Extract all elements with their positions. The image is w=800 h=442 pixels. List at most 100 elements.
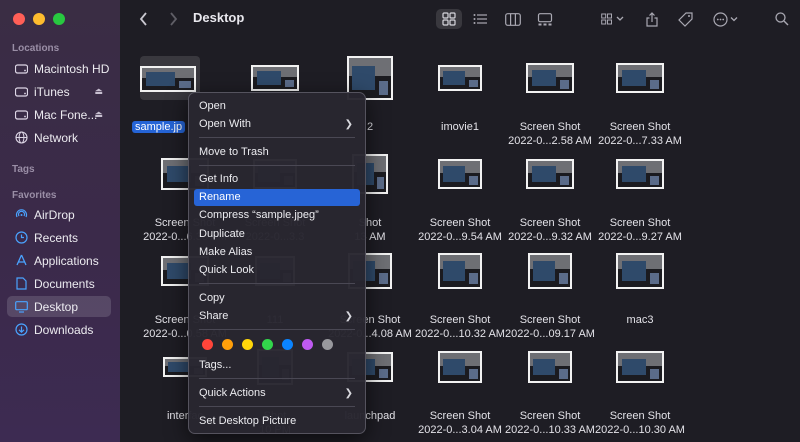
share-button[interactable] [642, 9, 662, 29]
search-button[interactable] [772, 9, 792, 29]
sidebar-item-airdrop[interactable]: AirDrop [7, 204, 111, 225]
menu-item-open[interactable]: Open [194, 98, 360, 115]
menu-item-open-with[interactable]: Open With ❯ [194, 116, 360, 133]
file-name: Screen Shot [429, 217, 491, 229]
file-item[interactable]: Screen Shot 2022-0...10.30 AM [595, 327, 685, 436]
tag-color-dot[interactable] [222, 339, 233, 350]
file-item[interactable]: Screen Shot 2022-0...2.58 AM [505, 38, 595, 147]
tag-color-dot[interactable] [202, 339, 213, 350]
file-thumbnail [140, 66, 196, 92]
file-thumbnail [438, 65, 482, 91]
chevron-right-icon: ❯ [344, 119, 353, 130]
applications-icon [15, 254, 28, 267]
file-date: 2022-0...10.30 AM [595, 424, 685, 436]
sidebar-item-itunes[interactable]: iTunes ⏏ [7, 81, 111, 102]
chevron-right-icon: ❯ [344, 311, 353, 322]
file-item[interactable]: Screen Shot 2022-0...10.32 AM [415, 231, 505, 340]
file-date: 2022-0...10.33 AM [505, 424, 595, 436]
gallery-icon [537, 12, 553, 25]
forward-button[interactable] [166, 9, 180, 29]
file-item[interactable]: Screen Shot 2022-0...9.32 AM [505, 134, 595, 243]
sidebar-item-documents[interactable]: Documents [7, 273, 111, 294]
file-item[interactable]: Screen Shot 2022-0...10.33 AM [505, 327, 595, 436]
menu-separator [199, 406, 355, 407]
eject-icon[interactable]: ⏏ [94, 86, 103, 97]
file-thumbnail [616, 159, 664, 189]
file-name: imovie1 [441, 121, 479, 133]
file-item[interactable]: Screen Shot 2022-0...9.54 AM [415, 134, 505, 243]
sidebar-item-label: AirDrop [34, 207, 75, 222]
file-item[interactable]: Screen Shot 2022-0...9.27 AM [595, 134, 685, 243]
sidebar-item-label: Documents [34, 276, 95, 291]
download-icon [15, 323, 28, 336]
sidebar-item-label: Network [34, 130, 79, 145]
file-item[interactable]: Screen Shot 2022-0...3.04 AM [415, 327, 505, 436]
file-thumbnail [616, 63, 664, 93]
file-item[interactable]: Screen Shot 2022-0...7.33 AM [595, 38, 685, 147]
menu-item-set-desktop-picture[interactable]: Set Desktop Picture [194, 413, 360, 430]
minimize-button[interactable] [33, 13, 45, 25]
chevron-left-icon [139, 12, 147, 26]
tag-color-dot[interactable] [262, 339, 273, 350]
menu-item-compress[interactable]: Compress “sample.jpeg” [194, 207, 360, 224]
sidebar-item-label: Recents [34, 230, 79, 245]
columns-icon [505, 12, 521, 26]
clock-icon [15, 231, 28, 244]
sidebar-item-desktop[interactable]: Desktop [7, 296, 111, 317]
list-icon [473, 14, 487, 24]
tag-color-dot[interactable] [302, 339, 313, 350]
menu-item-tags[interactable]: Tags... [194, 357, 360, 374]
file-date: 2022-0...3.04 AM [418, 424, 502, 436]
menu-separator [199, 165, 355, 166]
close-button[interactable] [13, 13, 25, 25]
tag-color-dot[interactable] [322, 339, 333, 350]
drive-icon [15, 85, 28, 98]
file-item[interactable]: Screen Shot 2022-0...09.17 AM [505, 231, 595, 340]
menu-item-quick-look[interactable]: Quick Look [194, 262, 360, 279]
back-button[interactable] [136, 9, 150, 29]
file-thumbnail [526, 159, 574, 189]
drive-icon [15, 108, 28, 121]
chevron-right-icon: ❯ [344, 388, 353, 399]
zoom-button[interactable] [53, 13, 65, 25]
tag-button[interactable] [674, 9, 696, 29]
file-thumbnail [438, 159, 482, 189]
tag-color-dot[interactable] [242, 339, 253, 350]
file-name: Screen Shot [609, 217, 671, 229]
file-item[interactable]: mac3 [595, 231, 685, 326]
gallery-view-button[interactable] [534, 9, 556, 29]
file-thumbnail [251, 65, 299, 91]
menu-item-make-alias[interactable]: Make Alias [194, 244, 360, 261]
group-by-button[interactable] [596, 9, 630, 29]
file-name: mac3 [626, 314, 654, 326]
sidebar-item-macintosh-hd[interactable]: Macintosh HD [7, 58, 111, 79]
eject-icon[interactable]: ⏏ [94, 109, 103, 120]
menu-item-copy[interactable]: Copy [194, 290, 360, 307]
sidebar-item-downloads[interactable]: Downloads [7, 319, 111, 340]
list-view-button[interactable] [469, 9, 491, 29]
menu-item-rename[interactable]: Rename [194, 189, 360, 206]
menu-item-duplicate[interactable]: Duplicate [194, 226, 360, 243]
sidebar-item-label: iTunes [34, 84, 70, 99]
toolbar: Desktop [120, 0, 800, 38]
file-name: sample.jp [132, 120, 192, 134]
menu-item-share[interactable]: Share ❯ [194, 308, 360, 325]
menu-item-quick-actions[interactable]: Quick Actions ❯ [194, 385, 360, 402]
sidebar-item-network[interactable]: Network [7, 127, 111, 148]
sidebar-item-mac-fone[interactable]: Mac Fone... ⏏ [7, 104, 111, 125]
sidebar-item-applications[interactable]: Applications [7, 250, 111, 271]
sidebar-item-recents[interactable]: Recents [7, 227, 111, 248]
file-name: Screen Shot [609, 121, 671, 133]
window-controls [13, 13, 65, 25]
menu-item-get-info[interactable]: Get Info [194, 171, 360, 188]
tag-color-dot[interactable] [282, 339, 293, 350]
file-item[interactable]: imovie1 [415, 38, 505, 133]
menu-item-move-to-trash[interactable]: Move to Trash [194, 144, 360, 161]
menu-separator [199, 329, 355, 330]
grid-icon [442, 12, 456, 26]
column-view-button[interactable] [502, 9, 524, 29]
icon-view-button[interactable] [436, 9, 462, 29]
tag-icon [677, 11, 693, 27]
file-thumbnail [528, 253, 572, 289]
action-menu-button[interactable] [710, 9, 744, 29]
